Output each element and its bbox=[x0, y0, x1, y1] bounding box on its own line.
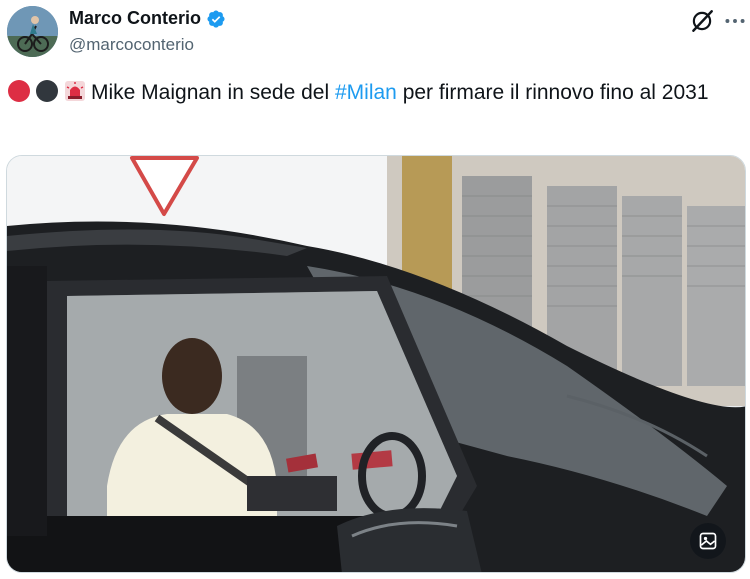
author-avatar[interactable] bbox=[7, 6, 58, 57]
rotating-light-emoji-icon bbox=[63, 79, 87, 103]
verified-badge-icon bbox=[207, 9, 225, 28]
hashtag-link[interactable]: #Milan bbox=[335, 81, 397, 104]
black-circle-emoji-icon bbox=[35, 79, 59, 103]
more-dots-icon[interactable] bbox=[722, 8, 748, 34]
tweet-text-after: per firmare il rinnovo fino al 2031 bbox=[396, 81, 709, 104]
author-handle[interactable]: @marcoconterio bbox=[69, 35, 194, 55]
tweet-photo[interactable] bbox=[6, 155, 746, 573]
tweet-text: Mike Maignan in sede del #Milan per firm… bbox=[7, 78, 737, 108]
grok-icon[interactable] bbox=[689, 8, 715, 34]
media-edit-icon[interactable] bbox=[690, 523, 726, 559]
red-circle-emoji-icon bbox=[7, 79, 31, 103]
tweet-text-before: Mike Maignan in sede del bbox=[91, 81, 335, 104]
author-display-name[interactable]: Marco Conterio bbox=[69, 8, 201, 29]
